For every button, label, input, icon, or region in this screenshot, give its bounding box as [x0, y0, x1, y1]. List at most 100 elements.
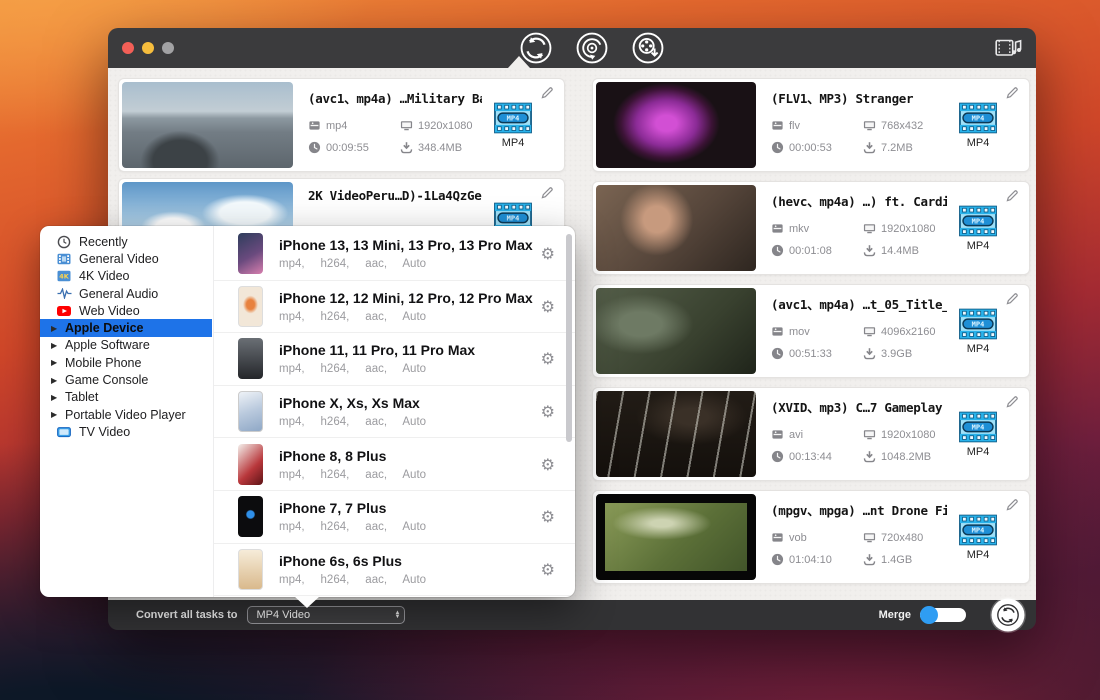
- edit-button[interactable]: [1005, 85, 1020, 103]
- close-button[interactable]: [122, 42, 134, 54]
- iphone-thumbnail: [238, 496, 263, 537]
- output-format-button[interactable]: MP4: [486, 102, 540, 149]
- video-task-card: (mpgv、mpga) …nt Drone Film vob 720x480 0…: [592, 490, 1030, 584]
- category-tv-video[interactable]: TV Video: [40, 423, 212, 440]
- video-title: 2K VideoPeru…D)-1La4QzGeaaQ: [308, 188, 482, 203]
- merge-toggle[interactable]: [920, 608, 966, 622]
- disclosure-triangle-icon: ▶: [51, 376, 62, 385]
- titlebar: [108, 28, 1036, 68]
- merge-label: Merge: [879, 609, 911, 621]
- film-reel-download-icon: [631, 31, 665, 65]
- category-4k-video[interactable]: 4K Video: [40, 268, 212, 285]
- duration-value: 00:09:55: [326, 142, 369, 154]
- gear-icon[interactable]: ⚙: [539, 402, 557, 421]
- category-mobile-phone[interactable]: ▶ Mobile Phone: [40, 354, 212, 371]
- pencil-icon: [1005, 291, 1020, 306]
- video-task-card: (FLV1、MP3) Stranger flv 768x432 00:00:53…: [592, 78, 1030, 172]
- video-downloader-tab[interactable]: [631, 31, 665, 65]
- zoom-button[interactable]: [162, 42, 174, 54]
- pencil-icon: [1005, 497, 1020, 512]
- video-task-card: (avc1、mp4a) …Military Base mp4 1920x1080…: [118, 78, 565, 172]
- resolution-icon: [863, 428, 876, 441]
- category-web-video[interactable]: Web Video: [40, 302, 212, 319]
- duration-value: 00:13:44: [789, 451, 832, 463]
- device-item-iphone-13[interactable]: iPhone 13, 13 Mini, 13 Pro, 13 Pro Max m…: [214, 228, 575, 281]
- video-thumbnail: [596, 391, 756, 477]
- convert-arrows-icon: [996, 603, 1020, 627]
- pencil-icon: [540, 185, 555, 200]
- file-size-icon: [863, 347, 876, 360]
- device-list: iPhone 13, 13 Mini, 13 Pro, 13 Pro Max m…: [213, 226, 575, 597]
- video-title: (FLV1、MP3) Stranger: [771, 88, 947, 107]
- waveform-icon: [57, 287, 73, 300]
- file-format-icon: [771, 119, 784, 132]
- edit-button[interactable]: [1005, 291, 1020, 309]
- mp4-film-icon: [957, 514, 999, 547]
- device-item-iphone-12[interactable]: iPhone 12, 12 Mini, 12 Pro, 12 Pro Max m…: [214, 281, 575, 334]
- device-item-iphone-x[interactable]: iPhone X, Xs, Xs Max mp4, h264, aac, Aut…: [214, 386, 575, 439]
- media-toolbox-button[interactable]: [995, 37, 1022, 59]
- category-general-audio[interactable]: General Audio: [40, 285, 212, 302]
- category-apple-software[interactable]: ▶ Apple Software: [40, 337, 212, 354]
- category-game-console[interactable]: ▶ Game Console: [40, 371, 212, 388]
- video-thumbnail: [122, 82, 293, 168]
- file-format-icon: [308, 119, 321, 132]
- resolution-icon: [400, 119, 413, 132]
- device-item-iphone-11[interactable]: iPhone 11, 11 Pro, 11 Pro Max mp4, h264,…: [214, 333, 575, 386]
- gear-icon[interactable]: ⚙: [539, 349, 557, 368]
- dvd-ripper-tab[interactable]: [575, 31, 609, 65]
- device-item-iphone-8[interactable]: iPhone 8, 8 Plus mp4, h264, aac, Auto ⚙: [214, 438, 575, 491]
- output-format-button[interactable]: MP4: [951, 514, 1005, 561]
- device-item-iphone-7[interactable]: iPhone 7, 7 Plus mp4, h264, aac, Auto ⚙: [214, 491, 575, 544]
- category-tablet[interactable]: ▶ Tablet: [40, 389, 212, 406]
- container-value: mp4: [326, 120, 347, 132]
- output-format-button[interactable]: MP4: [951, 411, 1005, 458]
- youtube-icon: [57, 304, 73, 317]
- video-thumbnail: [596, 288, 756, 374]
- mp4-film-icon: [957, 205, 999, 238]
- category-apple-device[interactable]: ▶ Apple Device: [40, 319, 212, 336]
- video-task-card: (hevc、mp4a) …) ft. Cardi B mkv 1920x1080…: [592, 181, 1030, 275]
- duration-icon: [771, 244, 784, 257]
- container-value: mkv: [789, 223, 809, 235]
- category-recently[interactable]: Recently: [40, 233, 212, 250]
- category-portable-video-player[interactable]: ▶ Portable Video Player: [40, 406, 212, 423]
- device-list-scrollbar[interactable]: [566, 234, 572, 442]
- resolution-value: 768x432: [881, 120, 923, 132]
- run-convert-button[interactable]: [993, 600, 1023, 630]
- edit-button[interactable]: [1005, 394, 1020, 412]
- iphone-thumbnail: [238, 444, 263, 485]
- edit-button[interactable]: [540, 185, 555, 203]
- pencil-icon: [1005, 394, 1020, 409]
- duration-value: 00:51:33: [789, 348, 832, 360]
- gear-icon[interactable]: ⚙: [539, 455, 557, 474]
- mp4-film-icon: [492, 102, 534, 135]
- film-music-note-icon: [995, 37, 1022, 59]
- size-value: 1048.2MB: [881, 451, 931, 463]
- iphone-thumbnail: [238, 391, 263, 432]
- minimize-button[interactable]: [142, 42, 154, 54]
- queue-column-right: (FLV1、MP3) Stranger flv 768x432 00:00:53…: [592, 78, 1030, 584]
- tv-icon: [57, 425, 73, 438]
- edit-button[interactable]: [1005, 188, 1020, 206]
- gear-icon[interactable]: ⚙: [539, 507, 557, 526]
- category-general-video[interactable]: General Video: [40, 250, 212, 267]
- container-value: mov: [789, 326, 810, 338]
- container-value: flv: [789, 120, 800, 132]
- popup-pointer-notch: [294, 596, 320, 608]
- disc-rip-icon: [575, 31, 609, 65]
- gear-icon[interactable]: ⚙: [539, 297, 557, 316]
- output-format-button[interactable]: MP4: [951, 102, 1005, 149]
- duration-value: 01:04:10: [789, 554, 832, 566]
- resolution-value: 4096x2160: [881, 326, 935, 338]
- container-value: avi: [789, 429, 803, 441]
- gear-icon[interactable]: ⚙: [539, 244, 557, 263]
- gear-icon[interactable]: ⚙: [539, 560, 557, 579]
- edit-button[interactable]: [540, 85, 555, 103]
- output-format-select[interactable]: MP4 Video ▲▼: [247, 606, 405, 624]
- output-format-button[interactable]: MP4: [951, 205, 1005, 252]
- iphone-thumbnail: [238, 549, 263, 590]
- edit-button[interactable]: [1005, 497, 1020, 515]
- device-item-iphone-6s[interactable]: iPhone 6s, 6s Plus mp4, h264, aac, Auto …: [214, 544, 575, 597]
- output-format-button[interactable]: MP4: [951, 308, 1005, 355]
